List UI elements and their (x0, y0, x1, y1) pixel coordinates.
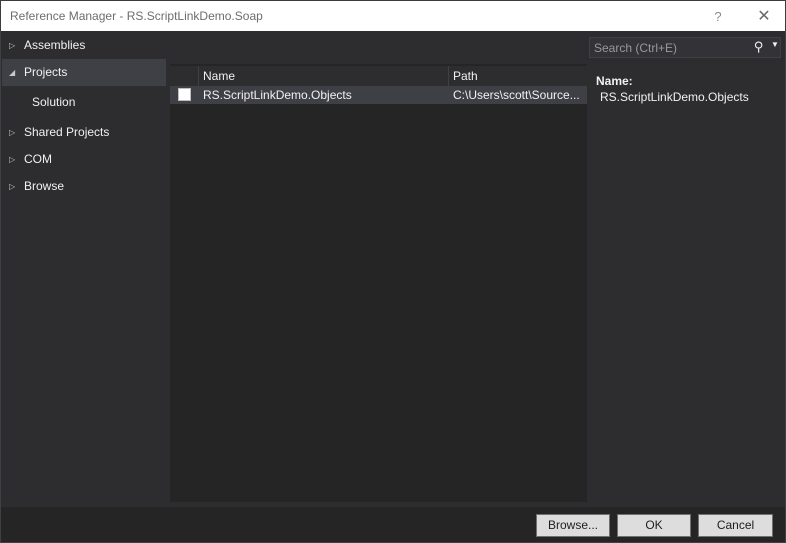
sidebar-item-label: Assemblies (24, 38, 86, 52)
window-title: Reference Manager - RS.ScriptLinkDemo.So… (10, 9, 263, 23)
sidebar-item-label: Solution (32, 95, 76, 109)
row-path: C:\Users\scott\Source... (453, 88, 580, 102)
reference-list: Name Path RS.ScriptLinkDemo.Objects C:\U… (170, 64, 587, 502)
title-bar: Reference Manager - RS.ScriptLinkDemo.So… (0, 0, 786, 31)
sidebar-item-assemblies[interactable]: ▷ Assemblies (2, 32, 166, 59)
help-button[interactable]: ? (708, 7, 728, 27)
search-input[interactable]: Search (Ctrl+E) (594, 41, 677, 55)
sidebar-item-label: Shared Projects (24, 125, 110, 139)
table-row[interactable]: RS.ScriptLinkDemo.Objects C:\Users\scott… (170, 86, 587, 104)
sidebar-item-projects[interactable]: ◢ Projects (2, 59, 166, 86)
column-header-name[interactable]: Name (198, 66, 448, 87)
sidebar-item-shared-projects[interactable]: ▷ Shared Projects (2, 119, 166, 146)
close-button[interactable]: ✕ (753, 6, 775, 28)
sidebar-nav: ▷ Assemblies ◢ Projects Solution ▷ Share… (1, 31, 166, 506)
expand-arrow-icon: ▷ (9, 182, 16, 191)
search-icon[interactable]: ⚲ (754, 39, 764, 55)
expand-arrow-icon: ▷ (9, 41, 16, 50)
sidebar-item-com[interactable]: ▷ COM (2, 146, 166, 173)
search-box[interactable]: Search (Ctrl+E) ⚲ ▼ (589, 37, 781, 58)
sidebar-item-solution[interactable]: Solution (2, 89, 166, 116)
row-name: RS.ScriptLinkDemo.Objects (203, 88, 352, 102)
sidebar-item-label: Projects (24, 65, 68, 79)
ok-button[interactable]: OK (617, 514, 691, 537)
search-dropdown-icon[interactable]: ▼ (771, 40, 779, 49)
list-header: Name Path (170, 66, 587, 87)
details-panel: Name: RS.ScriptLinkDemo.Objects (596, 74, 749, 104)
collapse-arrow-icon: ◢ (9, 68, 16, 77)
browse-button[interactable]: Browse... (536, 514, 610, 537)
sidebar-item-label: COM (24, 152, 52, 166)
details-name-label: Name: (596, 74, 633, 88)
details-name-value: RS.ScriptLinkDemo.Objects (600, 90, 749, 104)
sidebar-item-browse[interactable]: ▷ Browse (2, 173, 166, 200)
cancel-button[interactable]: Cancel (698, 514, 773, 537)
expand-arrow-icon: ▷ (9, 128, 16, 137)
expand-arrow-icon: ▷ (9, 155, 16, 164)
reference-checkbox[interactable] (178, 88, 191, 101)
sidebar-item-label: Browse (24, 179, 65, 193)
column-header-path[interactable]: Path (448, 66, 587, 87)
